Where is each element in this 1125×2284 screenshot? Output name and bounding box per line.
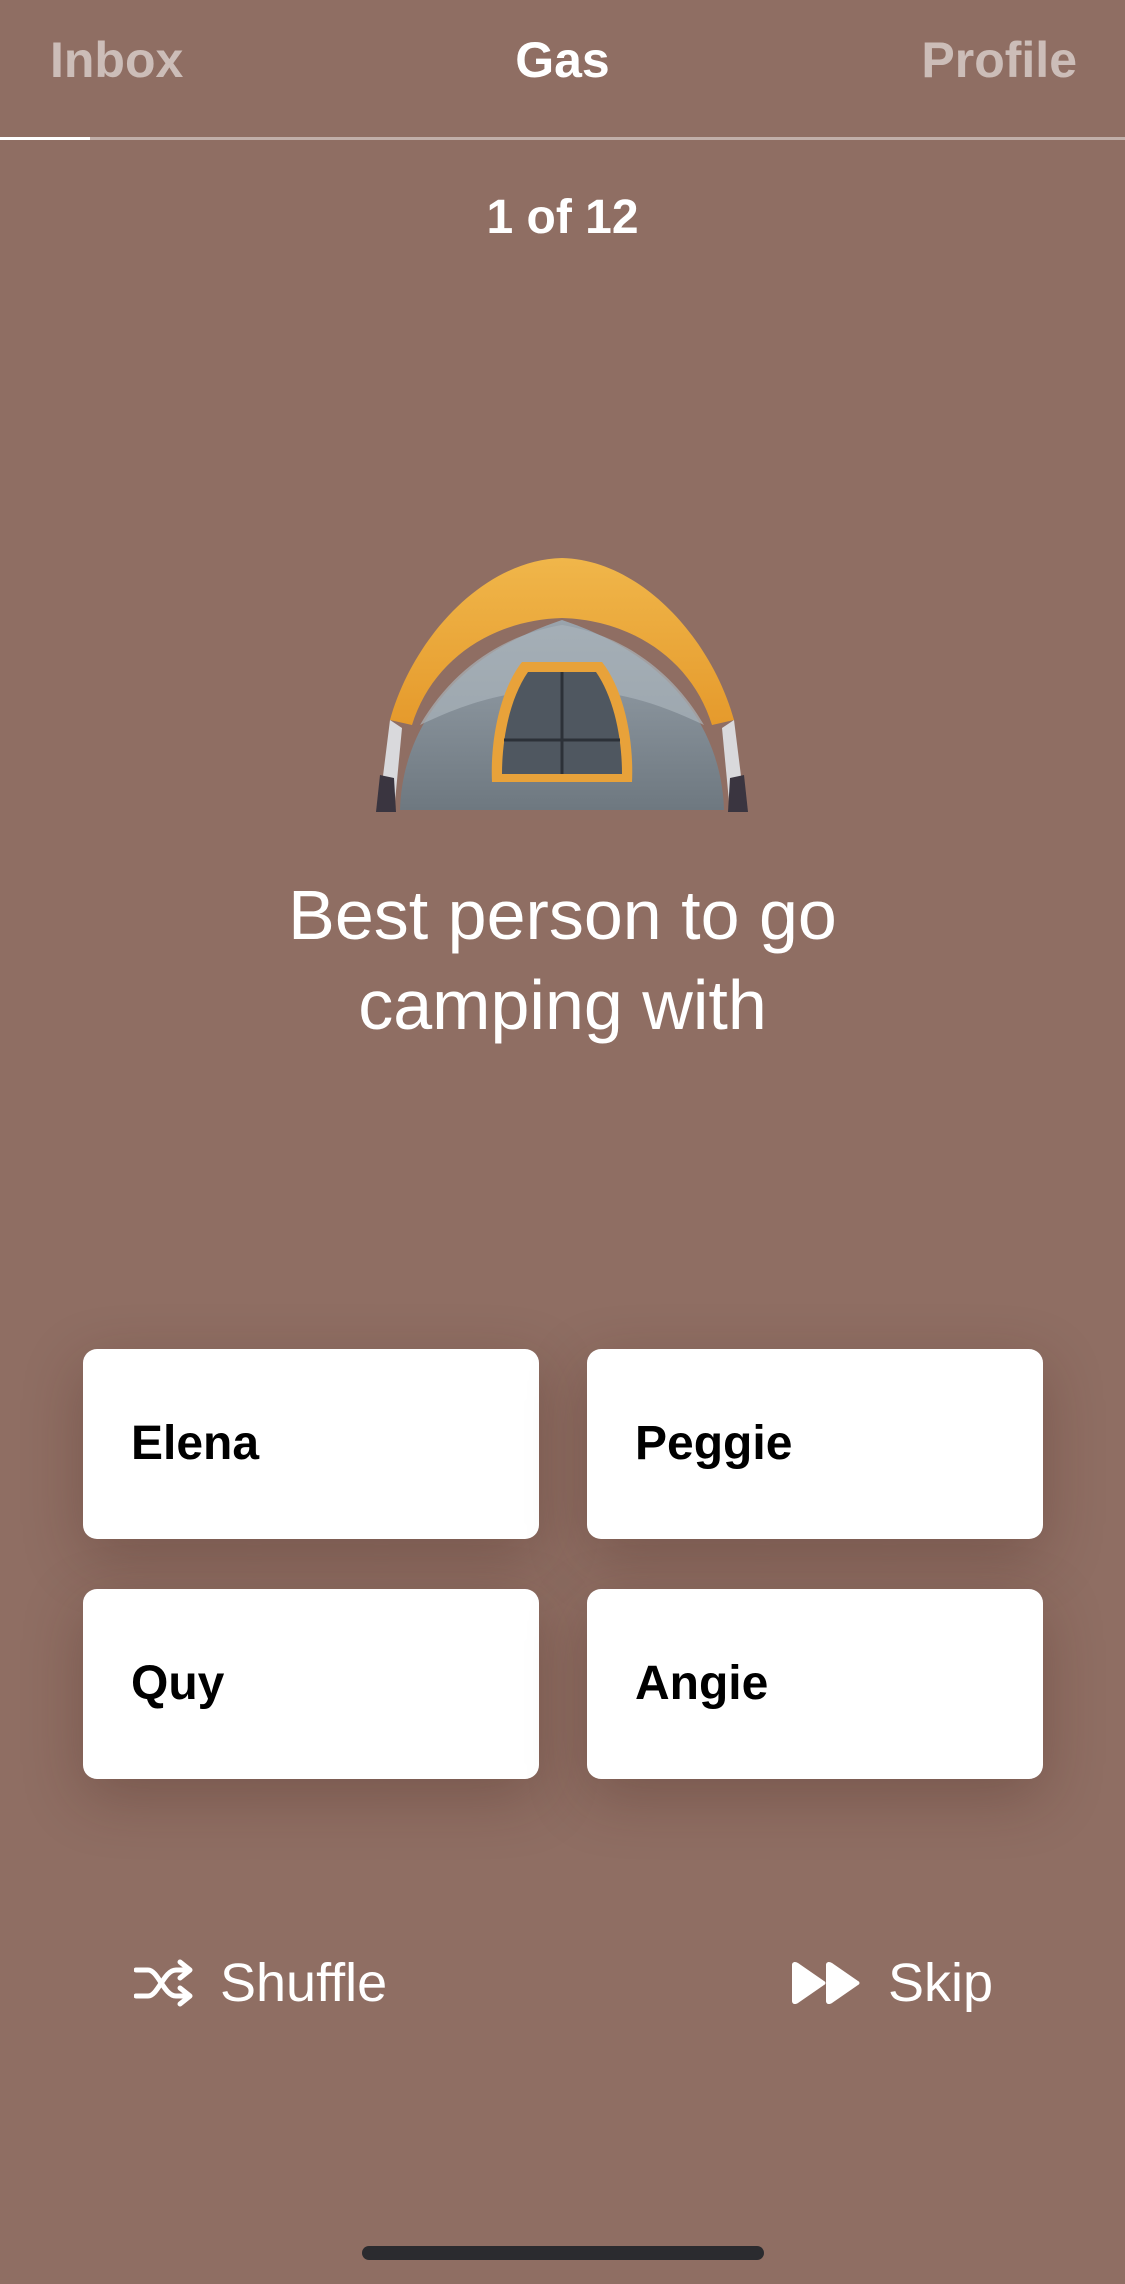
option-peggie[interactable]: Peggie xyxy=(587,1349,1043,1539)
question-text: Best person to go camping with xyxy=(0,870,1125,1050)
tent-icon xyxy=(376,558,748,812)
option-angie[interactable]: Angie xyxy=(587,1589,1043,1779)
shuffle-icon xyxy=(134,1959,193,2007)
skip-button[interactable]: Skip xyxy=(790,1948,993,2018)
question-counter: 1 of 12 xyxy=(486,191,639,244)
top-nav: Inbox Gas Profile xyxy=(0,0,1125,140)
tab-profile[interactable]: Profile xyxy=(921,30,1077,90)
tab-indicator xyxy=(0,137,90,140)
option-elena[interactable]: Elena xyxy=(83,1349,539,1539)
nav-divider xyxy=(0,137,1125,140)
shuffle-button[interactable]: Shuffle xyxy=(134,1948,387,2018)
question-line-2: camping with xyxy=(358,966,767,1044)
shuffle-label: Shuffle xyxy=(220,1953,388,2013)
tab-inbox[interactable]: Inbox xyxy=(50,30,183,90)
home-indicator[interactable] xyxy=(362,2246,764,2260)
question-line-1: Best person to go xyxy=(288,876,837,954)
skip-label: Skip xyxy=(888,1953,994,2013)
option-quy[interactable]: Quy xyxy=(83,1589,539,1779)
tab-gas-label[interactable]: Gas xyxy=(515,32,610,88)
fast-forward-icon xyxy=(792,1961,860,2005)
